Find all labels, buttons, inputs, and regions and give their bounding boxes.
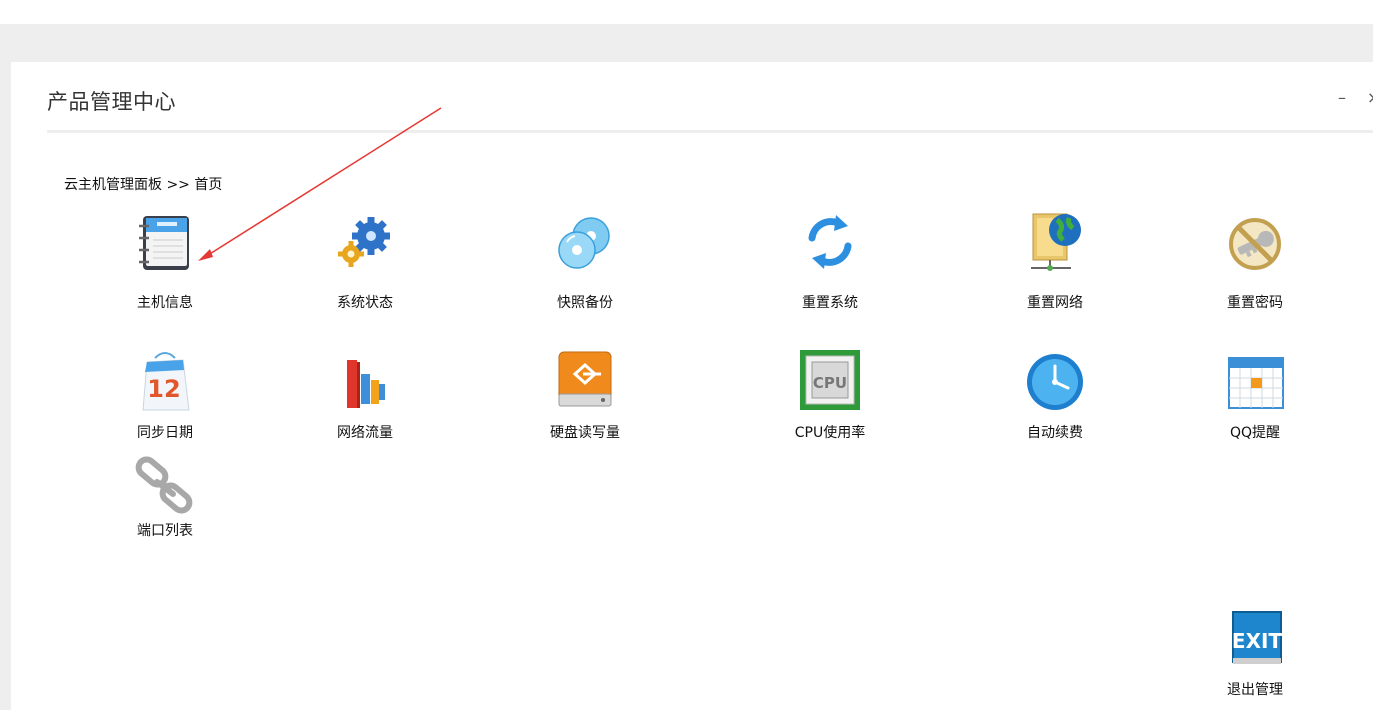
tile-network-traffic[interactable]: 网络流量 — [295, 348, 435, 442]
tile-label: 端口列表 — [137, 523, 193, 539]
calendar-bag-icon: 12 — [133, 348, 197, 412]
tile-label: 重置系统 — [802, 295, 858, 311]
product-management-panel: 产品管理中心 – × 云主机管理面板 >> 首页 主机信息 — [11, 62, 1373, 710]
tile-sync-date[interactable]: 12 同步日期 — [95, 348, 235, 442]
hard-drive-icon — [553, 348, 617, 412]
network-globe-icon — [1023, 210, 1087, 274]
close-button[interactable]: × — [1367, 88, 1373, 107]
discs-icon — [553, 210, 617, 274]
minimize-button[interactable]: – — [1338, 88, 1346, 107]
tile-label: 主机信息 — [137, 295, 193, 311]
tile-label: 快照备份 — [557, 295, 613, 311]
top-band — [0, 0, 1373, 24]
tile-snapshot-backup[interactable]: 快照备份 — [515, 210, 655, 312]
tile-label: 重置密码 — [1227, 295, 1283, 311]
tile-exit-management[interactable]: EXIT 退出管理 — [1185, 606, 1325, 699]
tile-label: QQ提醒 — [1229, 425, 1281, 441]
gears-icon — [333, 210, 397, 274]
tile-label: 重置网络 — [1027, 295, 1083, 311]
tile-label: 同步日期 — [137, 425, 193, 441]
breadcrumb: 云主机管理面板 >> 首页 — [64, 177, 223, 193]
tile-port-list[interactable]: 端口列表 — [95, 454, 235, 540]
cpu-chip-icon: CPU — [798, 348, 862, 412]
tile-auto-renew[interactable]: 自动续费 — [985, 348, 1125, 442]
tile-label: 系统状态 — [337, 295, 393, 311]
tile-reset-password[interactable]: 重置密码 — [1185, 210, 1325, 312]
calendar-grid-icon — [1223, 348, 1287, 412]
tile-disk-io[interactable]: 硬盘读写量 — [515, 348, 655, 442]
exit-sign-text: EXIT — [1232, 629, 1283, 653]
tile-label: 硬盘读写量 — [550, 425, 620, 441]
tile-host-info[interactable]: 主机信息 — [95, 210, 235, 312]
tile-reset-system[interactable]: 重置系统 — [760, 210, 900, 312]
bar-chart-icon — [333, 348, 397, 412]
refresh-icon — [798, 210, 862, 274]
address-book-icon — [133, 210, 197, 274]
tile-system-status[interactable]: 系统状态 — [295, 210, 435, 312]
exit-sign-icon: EXIT — [1223, 606, 1287, 670]
tile-reset-network[interactable]: 重置网络 — [985, 210, 1125, 312]
clock-icon — [1023, 348, 1087, 412]
chain-link-icon — [133, 454, 197, 518]
tile-label: 网络流量 — [337, 425, 393, 441]
tile-label: 自动续费 — [1027, 425, 1083, 441]
panel-header: 产品管理中心 – × — [47, 62, 1373, 133]
panel-title: 产品管理中心 — [47, 90, 176, 114]
tile-label: 退出管理 — [1227, 682, 1283, 698]
tile-cpu-usage[interactable]: CPU CPU使用率 — [760, 348, 900, 442]
calendar-day-text: 12 — [147, 375, 180, 403]
tile-qq-reminder[interactable]: QQ提醒 — [1185, 348, 1325, 442]
cpu-chip-text: CPU — [813, 374, 847, 392]
no-key-icon — [1223, 210, 1287, 274]
tile-label: CPU使用率 — [794, 425, 866, 441]
